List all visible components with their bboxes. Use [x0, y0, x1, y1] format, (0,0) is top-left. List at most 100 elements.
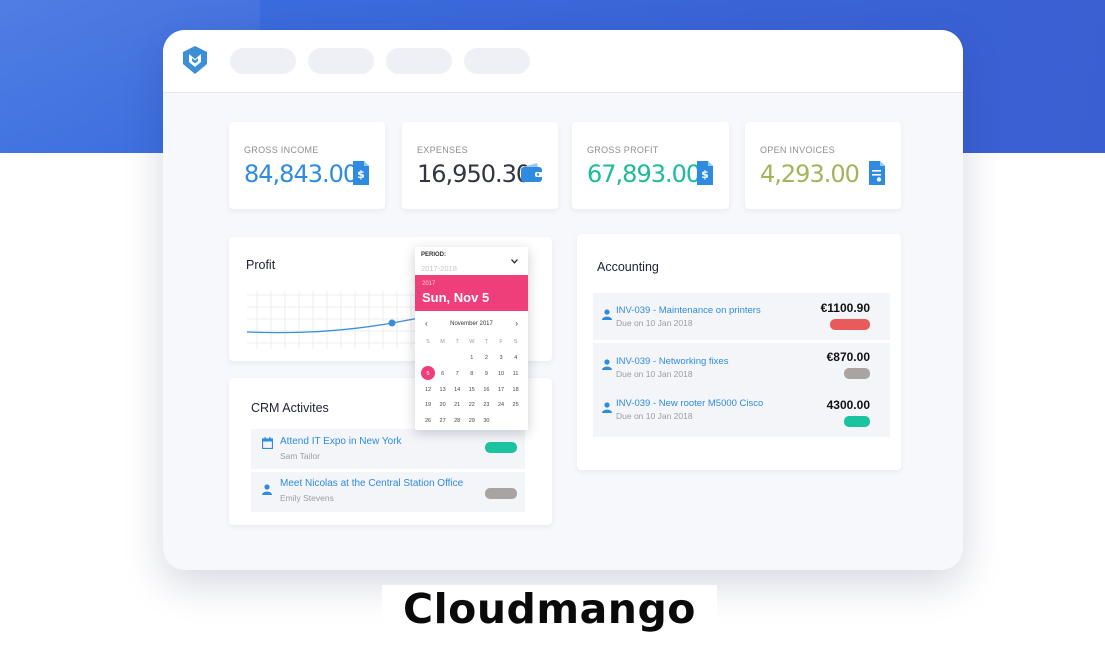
calendar-selected-date: Sun, Nov 5	[422, 290, 490, 305]
calendar-icon	[262, 437, 273, 449]
brand-caption: Cloudmango	[382, 585, 717, 635]
calendar-weekday-label: W	[469, 339, 475, 345]
calendar-day[interactable]: 18	[509, 387, 523, 393]
crm-status-badge	[485, 442, 517, 453]
calendar-day[interactable]: 30	[479, 418, 493, 424]
nav-tab-4[interactable]	[464, 48, 530, 74]
invoice-dollar-icon: $	[697, 161, 713, 185]
profit-title: Profit	[246, 258, 276, 272]
person-icon	[602, 309, 612, 320]
calendar-day[interactable]: 11	[509, 371, 523, 377]
crm-activity-person: Sam Tailor	[280, 451, 320, 461]
calendar-day[interactable]: 7	[450, 371, 464, 377]
top-navigation-bar	[163, 30, 963, 93]
invoice-row[interactable]: INV-039 - New rooter M5000 Cisco Due on …	[593, 390, 890, 437]
calendar-weekday-label: F	[499, 339, 503, 345]
calendar-day[interactable]: 12	[421, 387, 435, 393]
invoice-amount: 4300.00	[826, 398, 870, 412]
calendar-day[interactable]: 29	[465, 418, 479, 424]
calendar-day[interactable]: 15	[465, 387, 479, 393]
calendar-day[interactable]: 8	[465, 371, 479, 377]
period-date-picker[interactable]: PERIOD: 2017-2018 2017 Sun, Nov 5 ‹ Nove…	[415, 247, 528, 430]
calendar-day[interactable]: 20	[436, 402, 450, 408]
calendar-day[interactable]: 28	[450, 418, 464, 424]
calendar-day[interactable]: 3	[494, 355, 508, 361]
calendar-day[interactable]: 24	[494, 402, 508, 408]
calendar-day[interactable]: 14	[450, 387, 464, 393]
calendar-day[interactable]: 27	[436, 418, 450, 424]
invoice-status-badge	[844, 368, 870, 379]
calendar-year[interactable]: 2017	[422, 281, 435, 287]
invoice-name[interactable]: INV-039 - Maintenance on printers	[616, 305, 761, 316]
calendar-day[interactable]: 17	[494, 387, 508, 393]
nav-tab-1[interactable]	[230, 48, 296, 74]
nav-tab-3[interactable]	[386, 48, 452, 74]
calendar-weekday-label: T	[455, 339, 459, 345]
chevron-down-icon[interactable]	[511, 259, 518, 264]
nav-tab-2[interactable]	[308, 48, 374, 74]
calendar-day[interactable]: 21	[450, 402, 464, 408]
crm-activity-name[interactable]: Meet Nicolas at the Central Station Offi…	[280, 478, 463, 489]
invoice-dollar-icon: $	[353, 161, 369, 185]
calendar-day[interactable]: 22	[465, 402, 479, 408]
invoice-row[interactable]: INV-039 - Maintenance on printers Due on…	[593, 293, 890, 340]
invoice-icon	[869, 161, 885, 185]
invoice-due-date: Due on 10 Jan 2018	[616, 318, 693, 328]
stat-value: 84,843.00	[244, 160, 358, 188]
stat-label: EXPENSES	[417, 145, 468, 155]
stat-card-gross-profit[interactable]: GROSS PROFIT 67,893.00 $	[572, 122, 729, 209]
period-label: PERIOD:	[421, 252, 447, 258]
logo-shield-icon	[183, 46, 207, 74]
invoice-status-badge	[844, 416, 870, 427]
invoice-name[interactable]: INV-039 - New rooter M5000 Cisco	[616, 398, 763, 409]
person-icon	[262, 484, 272, 495]
accounting-title: Accounting	[597, 260, 659, 274]
calendar-weekday-label: S	[426, 339, 430, 345]
calendar-weekday-label: T	[484, 339, 489, 345]
calendar-day[interactable]: 16	[479, 387, 493, 393]
calendar-day[interactable]: 19	[421, 402, 435, 408]
next-month-icon[interactable]: ›	[515, 319, 518, 328]
period-select-value[interactable]: 2017-2018	[421, 264, 457, 273]
calendar-day[interactable]: 4	[509, 355, 523, 361]
calendar-day[interactable]: 9	[479, 371, 493, 377]
stat-label: GROSS INCOME	[244, 145, 319, 155]
svg-text:$: $	[357, 168, 365, 181]
crm-activity-person: Emily Stevens	[280, 493, 334, 503]
calendar-day[interactable]: 26	[421, 418, 435, 424]
person-icon	[602, 359, 612, 370]
calendar-day[interactable]: 13	[436, 387, 450, 393]
invoice-amount: €1100.90	[820, 301, 870, 315]
calendar-day[interactable]: 1	[465, 355, 479, 361]
invoice-amount: €870.00	[826, 350, 870, 364]
invoice-due-date: Due on 10 Jan 2018	[616, 369, 693, 379]
invoice-row[interactable]: INV-039 - Networking fixes Due on 10 Jan…	[593, 343, 890, 390]
crm-activity-row[interactable]: Attend IT Expo in New York Sam Tailor	[251, 429, 525, 469]
invoice-status-badge	[830, 319, 870, 330]
calendar-day[interactable]: 5	[421, 371, 435, 377]
crm-activity-row[interactable]: Meet Nicolas at the Central Station Offi…	[251, 472, 525, 512]
calendar-day[interactable]: 2	[479, 355, 493, 361]
stat-value: 16,950.30	[417, 160, 531, 188]
crm-activity-name[interactable]: Attend IT Expo in New York	[280, 436, 402, 447]
stat-card-gross-income[interactable]: GROSS INCOME 84,843.00 $	[229, 122, 385, 209]
person-icon	[602, 402, 612, 413]
calendar-month-title: November 2017	[450, 321, 493, 327]
calendar-header: 2017 Sun, Nov 5	[415, 275, 528, 311]
svg-text:$: $	[701, 168, 709, 181]
stat-card-open-invoices[interactable]: OPEN INVOICES 4,293.00	[745, 122, 901, 209]
crm-title: CRM Activites	[251, 401, 329, 415]
stat-value: 4,293.00	[760, 160, 860, 188]
calendar-weekday-label: M	[440, 339, 445, 345]
stat-card-expenses[interactable]: EXPENSES 16,950.30	[402, 122, 558, 209]
calendar-day[interactable]: 10	[494, 371, 508, 377]
invoice-due-date: Due on 10 Jan 2018	[616, 411, 693, 421]
stat-value: 67,893.00	[587, 160, 701, 188]
calendar-day[interactable]: 23	[479, 402, 493, 408]
invoice-name[interactable]: INV-039 - Networking fixes	[616, 356, 728, 367]
accounting-card: Accounting INV-039 - Maintenance on prin…	[577, 234, 901, 470]
calendar-day[interactable]: 6	[436, 371, 450, 377]
calendar-weekday-label: S	[513, 339, 518, 345]
stat-label: OPEN INVOICES	[760, 145, 835, 155]
calendar-day[interactable]: 25	[509, 402, 523, 408]
